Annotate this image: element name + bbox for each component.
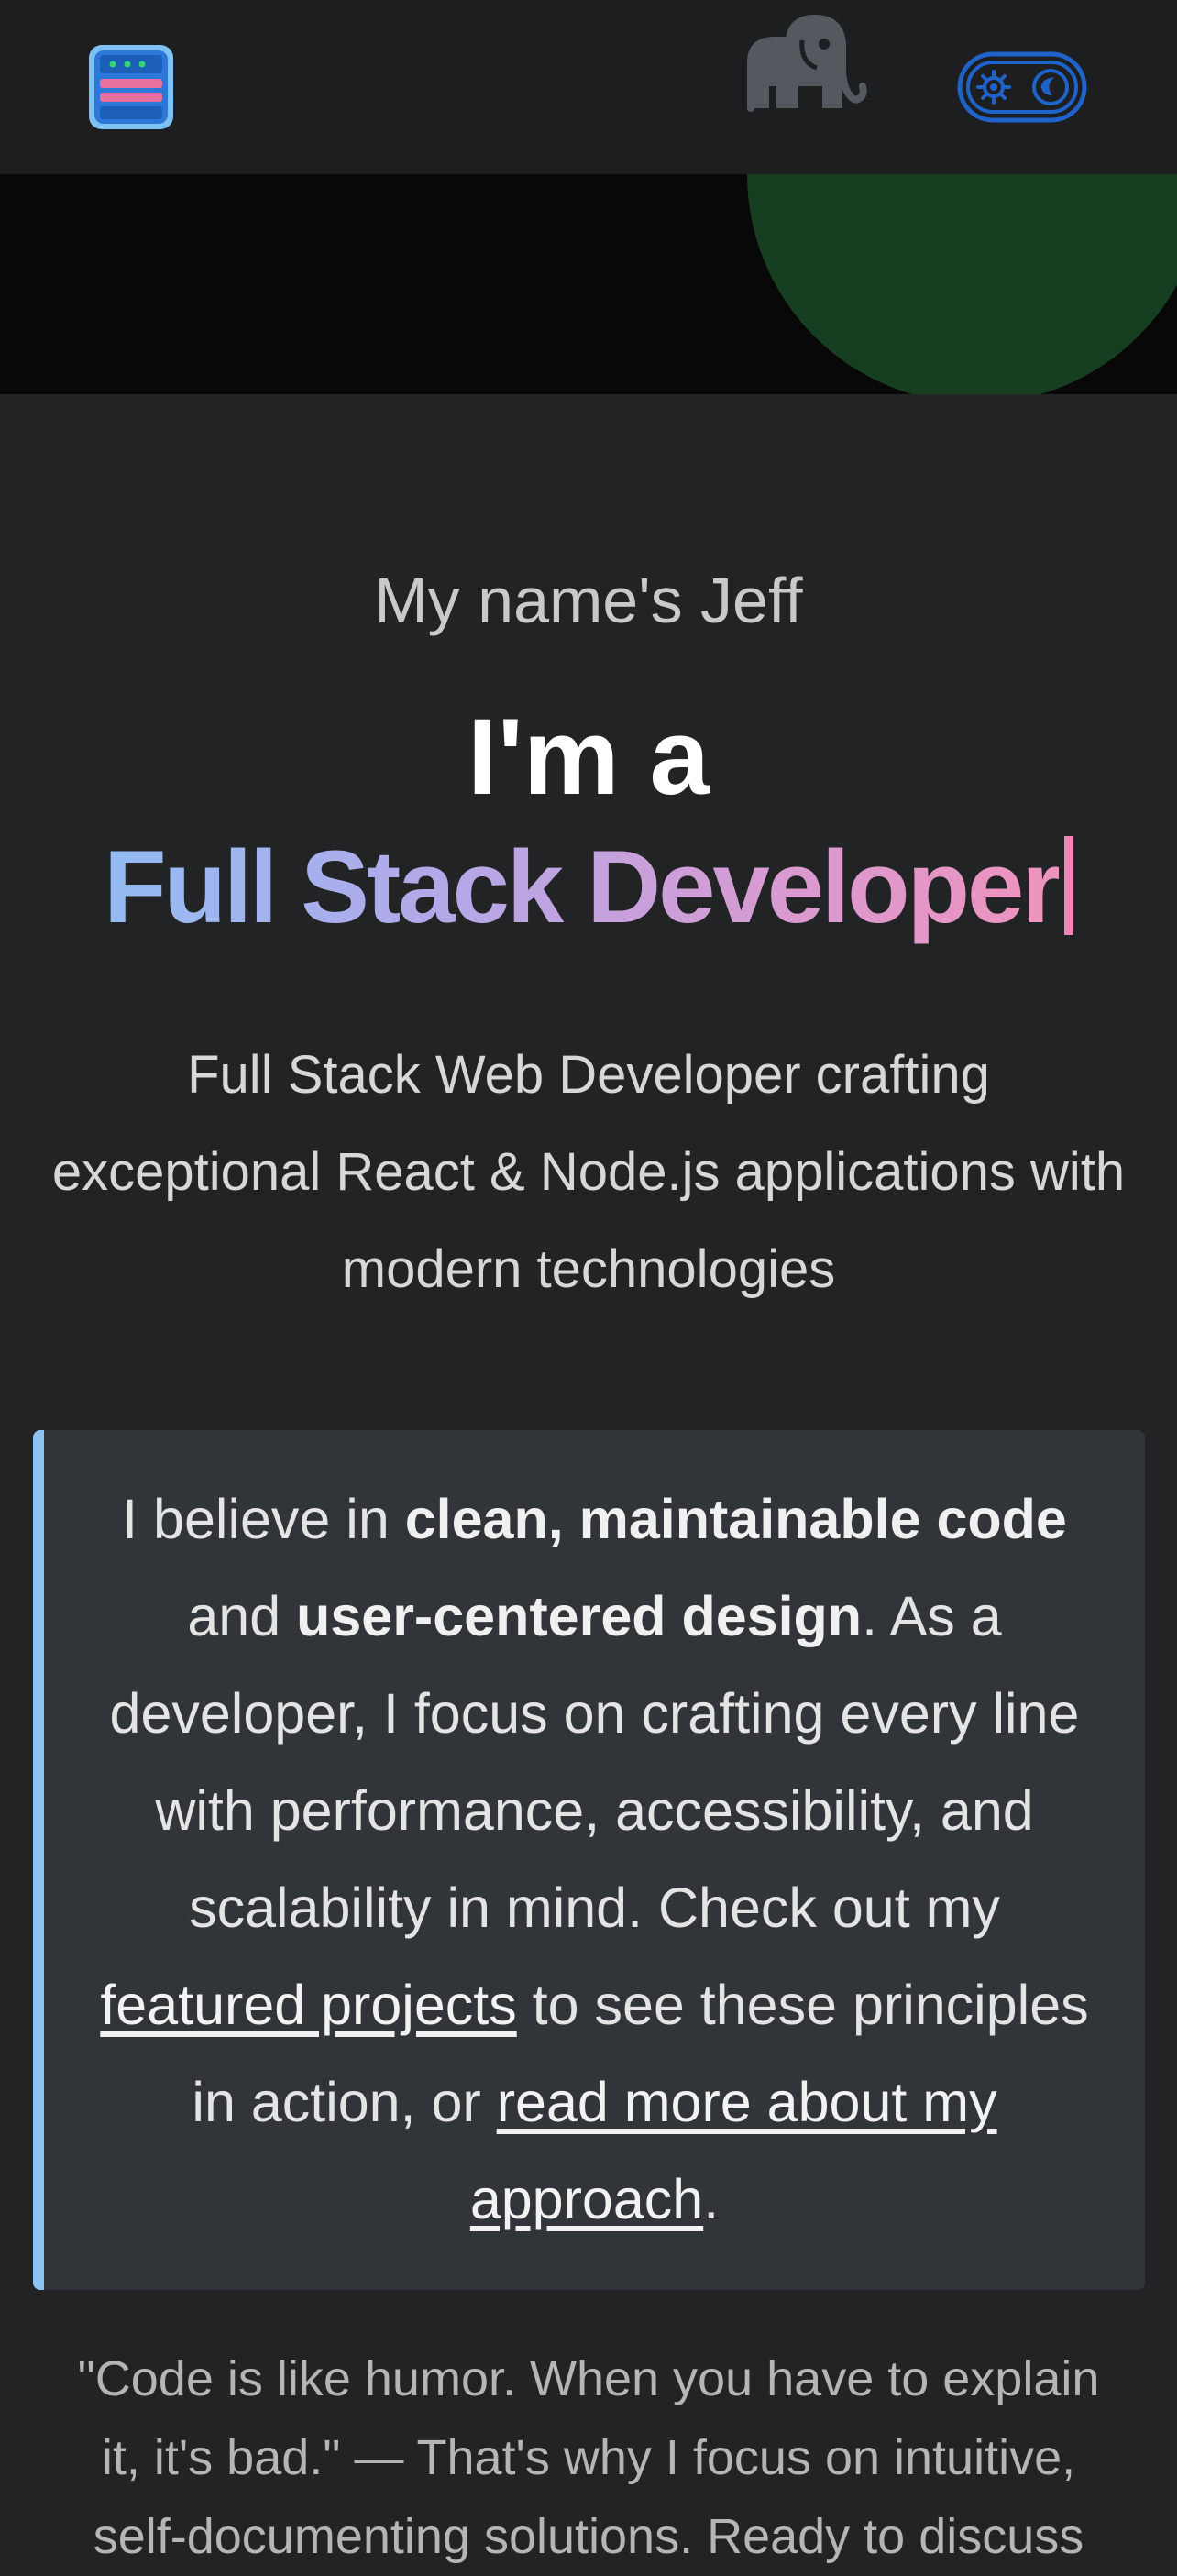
elephant-icon[interactable] xyxy=(747,13,868,116)
typing-cursor xyxy=(1063,836,1073,935)
greeting: My name's Jeff xyxy=(374,565,803,636)
site-header xyxy=(0,0,1177,174)
gear-icon xyxy=(976,70,1011,105)
hero-subtitle: Full Stack Web Developer crafting except… xyxy=(51,1045,1126,1299)
role-text: Full Stack Developer xyxy=(104,830,1062,944)
philosophy-emphasis-user-centered: user-centered design xyxy=(296,1585,863,1647)
theme-toggle[interactable] xyxy=(957,51,1087,123)
server-stack-logo-icon[interactable] xyxy=(86,42,176,132)
approach-link[interactable]: read more about my approach xyxy=(470,2071,997,2230)
moon-icon xyxy=(1032,69,1069,105)
quote-text: "Code is like humor. When you have to ex… xyxy=(77,2351,1100,2564)
decorative-blob xyxy=(747,174,1177,394)
role-heading: Full Stack Developer xyxy=(0,836,1177,939)
philosophy-text-1: I believe in xyxy=(122,1488,405,1550)
intro-heading: I'm a xyxy=(467,697,710,818)
hero-banner xyxy=(0,174,1177,394)
philosophy-text-2: and xyxy=(187,1585,297,1647)
philosophy-card: I believe in clean, maintainable code an… xyxy=(33,1430,1145,2290)
featured-projects-link[interactable]: featured projects xyxy=(100,1974,516,2036)
philosophy-emphasis-clean-code: clean, maintainable code xyxy=(404,1488,1067,1550)
philosophy-text-5: . xyxy=(703,2168,720,2230)
